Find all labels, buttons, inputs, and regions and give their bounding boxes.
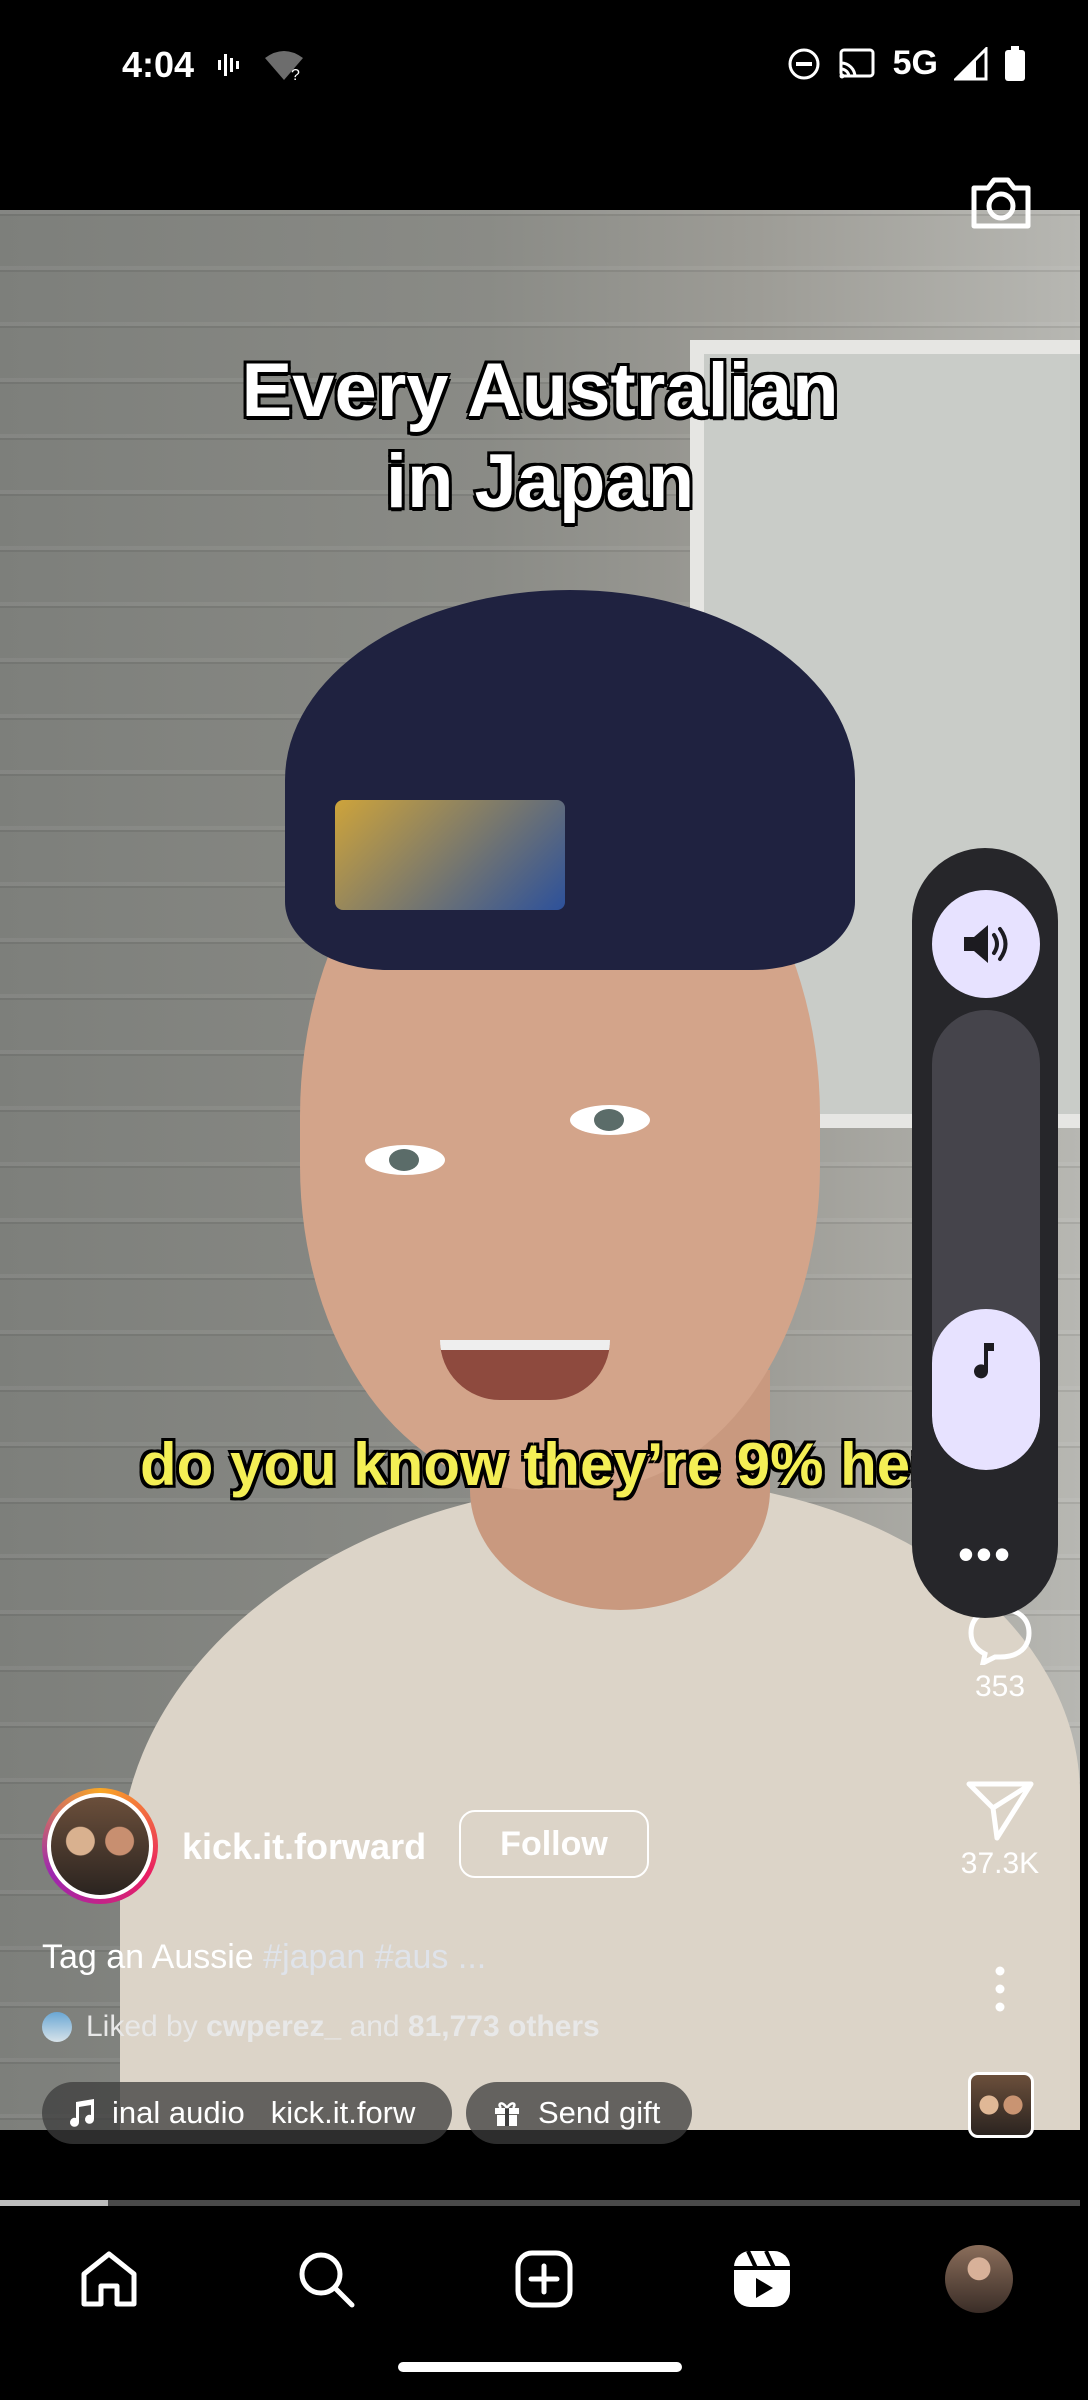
video-title-overlay: Every Australian in Japan (241, 348, 839, 525)
volume-slider-fill (932, 1309, 1040, 1470)
nav-reels[interactable] (722, 2239, 802, 2319)
audio-thumbnail[interactable] (968, 2072, 1034, 2138)
nav-search[interactable] (286, 2239, 366, 2319)
volume-panel: ••• (912, 848, 1058, 1618)
liked-by-avatar (42, 2012, 72, 2042)
bottom-nav (0, 2214, 1088, 2344)
beanie-logo (335, 800, 565, 910)
camera-icon[interactable] (966, 168, 1036, 238)
post-caption[interactable]: Tag an Aussie #japan #aus ... (42, 1938, 486, 1977)
more-vertical-icon[interactable] (990, 1966, 1010, 2012)
volume-slider[interactable] (932, 1010, 1040, 1470)
video-subtitle: do you know they’re 9% here? (140, 1431, 1004, 1498)
search-icon (299, 2252, 355, 2308)
home-icon (81, 2251, 137, 2307)
create-icon (515, 2250, 573, 2308)
voice-icon (218, 54, 239, 76)
music-note-icon (70, 2099, 95, 2127)
status-bar: 4:04 ? 5G (0, 0, 1088, 135)
profile-icon (945, 2245, 1014, 2313)
cast-icon (839, 48, 875, 78)
home-indicator[interactable] (398, 2362, 682, 2372)
svg-text:?: ? (291, 67, 300, 82)
wifi-unknown-icon: ? (265, 51, 303, 82)
send-icon[interactable] (965, 1778, 1035, 1842)
share-action[interactable]: 37.3K (940, 1778, 1060, 1881)
comments-action[interactable]: 353 (940, 1605, 1060, 1704)
speaker-icon (964, 925, 1008, 963)
status-time: 4:04 (122, 44, 195, 85)
signal-icon (954, 46, 988, 80)
volume-more-icon[interactable]: ••• (912, 1531, 1058, 1577)
volume-button[interactable] (932, 890, 1040, 998)
gift-icon (495, 2102, 519, 2126)
do-not-disturb-icon (788, 48, 820, 79)
comments-count: 353 (974, 1670, 1026, 1703)
liked-by[interactable]: Liked by cwperez_ and 81,773 others (42, 2010, 600, 2044)
nav-profile[interactable] (939, 2239, 1019, 2319)
video-progress-fill (0, 2200, 108, 2206)
video-progress-bar[interactable] (0, 2200, 1080, 2206)
network-label: 5G (892, 44, 938, 82)
more-options-button[interactable] (940, 1966, 1060, 2017)
creator-username[interactable]: kick.it.forward (182, 1826, 426, 1868)
shares-count: 37.3K (960, 1847, 1040, 1880)
nav-create[interactable] (504, 2239, 584, 2319)
follow-button[interactable]: Follow (459, 1810, 649, 1878)
audio-chip[interactable]: inal audio kick.it.forw (42, 2082, 452, 2144)
creator-avatar[interactable] (42, 1788, 158, 1904)
beanie (285, 590, 855, 970)
music-note-icon (974, 1343, 994, 1379)
reels-icon (733, 2250, 790, 2307)
battery-icon (1005, 45, 1025, 81)
send-gift-button[interactable]: Send gift (466, 2082, 692, 2144)
nav-home[interactable] (69, 2239, 149, 2319)
